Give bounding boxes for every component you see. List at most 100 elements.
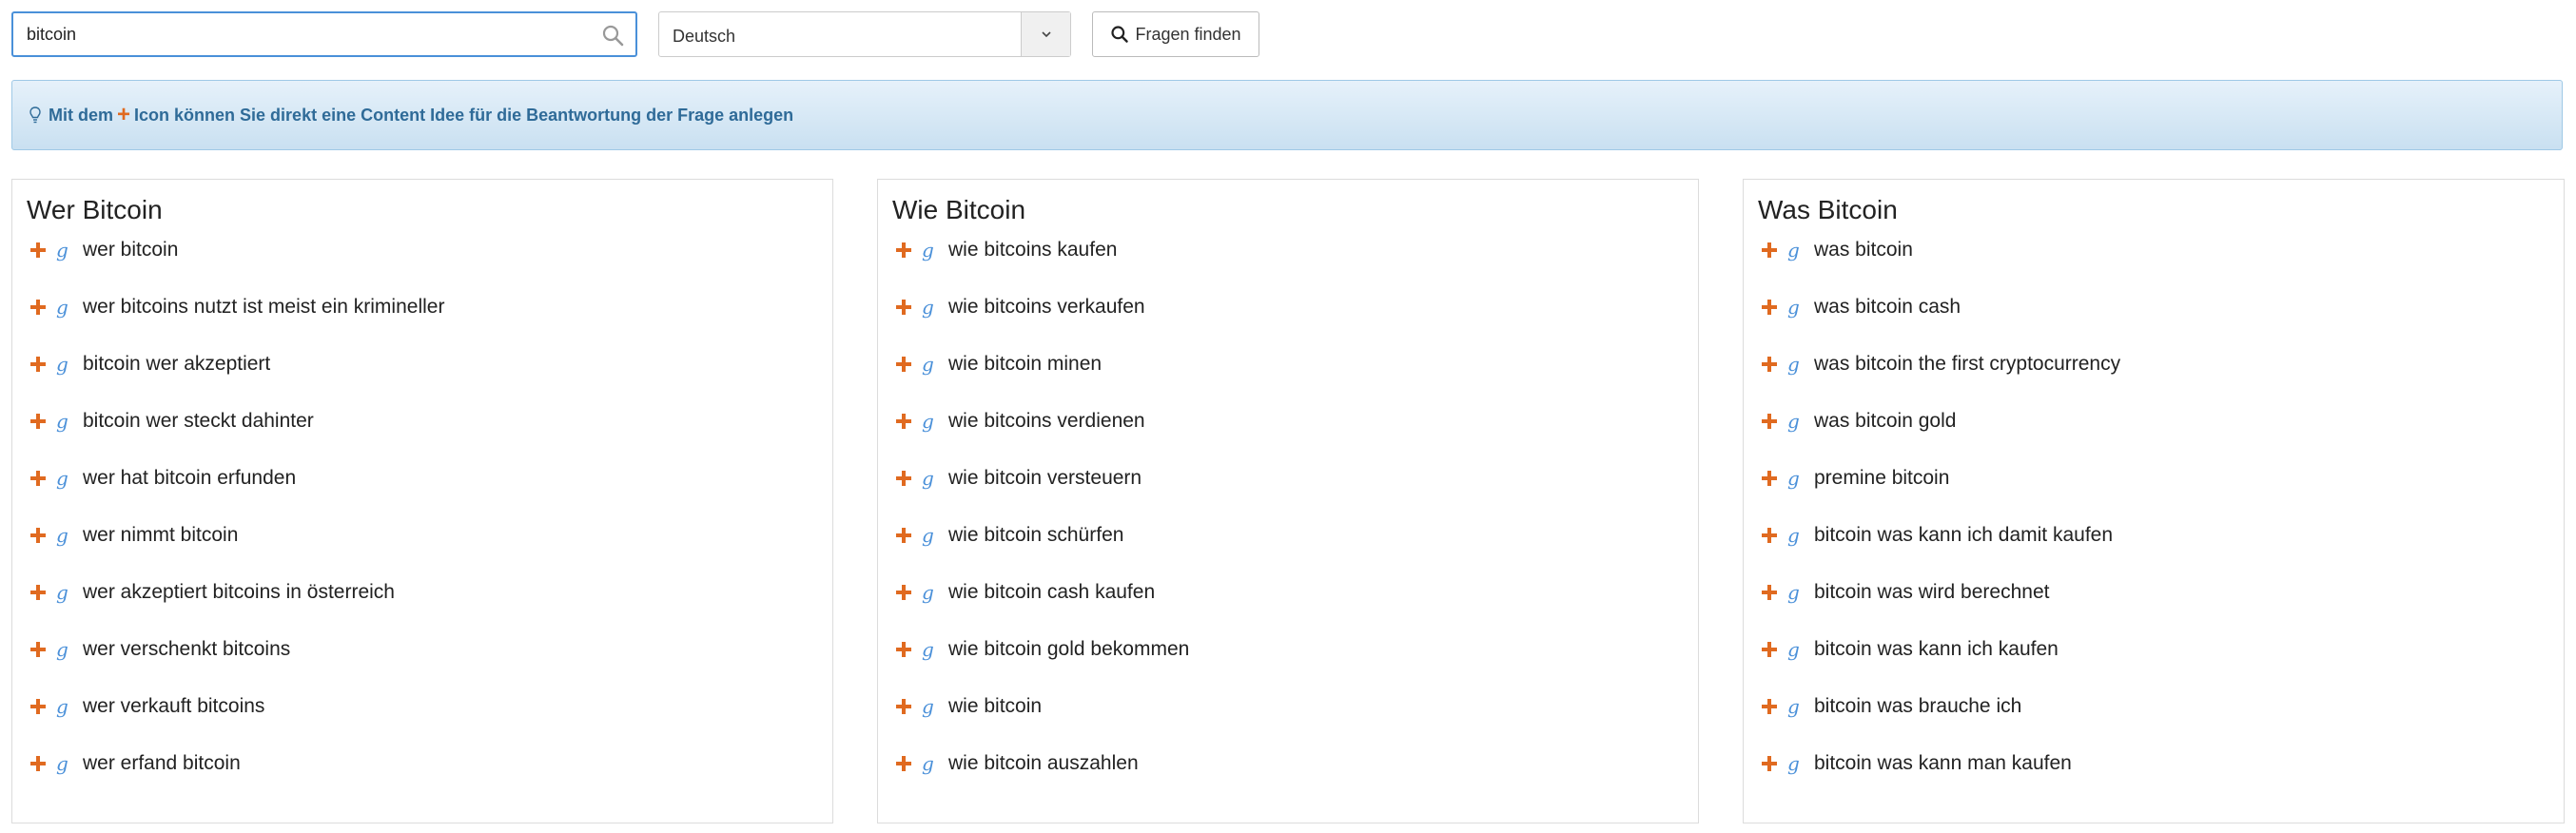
google-g-icon[interactable]: g [1787, 524, 1803, 547]
plus-icon[interactable] [1761, 242, 1778, 259]
info-banner: Mit dem + Icon können Sie direkt eine Co… [11, 80, 2563, 150]
plus-icon[interactable] [895, 299, 912, 316]
list-item: g was bitcoin gold [1761, 410, 2120, 467]
plus-icon[interactable] [1761, 470, 1778, 487]
plus-icon[interactable] [29, 641, 47, 658]
google-g-icon[interactable]: g [1787, 296, 1803, 319]
google-g-icon[interactable]: g [922, 239, 937, 262]
plus-icon[interactable] [29, 470, 47, 487]
plus-icon[interactable] [29, 584, 47, 601]
google-g-icon[interactable]: g [922, 410, 937, 433]
question-text[interactable]: premine bitcoin [1814, 467, 1949, 490]
plus-icon[interactable] [29, 356, 47, 373]
google-g-icon[interactable]: g [922, 353, 937, 376]
question-text[interactable]: wer bitcoin [83, 239, 178, 262]
google-g-icon[interactable]: g [56, 410, 71, 433]
question-text[interactable]: wie bitcoins kaufen [948, 239, 1117, 262]
question-text[interactable]: wer bitcoins nutzt ist meist ein krimine… [83, 296, 444, 319]
google-g-icon[interactable]: g [1787, 239, 1803, 262]
question-text[interactable]: bitcoin was kann ich damit kaufen [1814, 524, 2113, 547]
question-text[interactable]: wie bitcoin gold bekommen [948, 638, 1189, 661]
question-text[interactable]: wie bitcoins verkaufen [948, 296, 1145, 319]
question-text[interactable]: bitcoin wer steckt dahinter [83, 410, 314, 433]
plus-icon[interactable] [895, 641, 912, 658]
google-g-icon[interactable]: g [922, 695, 937, 718]
question-text[interactable]: wer verkauft bitcoins [83, 695, 264, 718]
google-g-icon[interactable]: g [922, 296, 937, 319]
plus-icon[interactable] [895, 413, 912, 430]
google-g-icon[interactable]: g [56, 524, 71, 547]
google-g-icon[interactable]: g [56, 296, 71, 319]
question-text[interactable]: wer nimmt bitcoin [83, 524, 238, 547]
question-text[interactable]: wie bitcoin cash kaufen [948, 581, 1155, 604]
google-g-icon[interactable]: g [56, 353, 71, 376]
google-g-icon[interactable]: g [1787, 353, 1803, 376]
plus-icon[interactable] [895, 242, 912, 259]
google-g-icon[interactable]: g [1787, 752, 1803, 775]
question-text[interactable]: wer erfand bitcoin [83, 752, 241, 775]
question-text[interactable]: bitcoin was kann ich kaufen [1814, 638, 2059, 661]
google-g-icon[interactable]: g [1787, 467, 1803, 490]
plus-icon[interactable] [29, 755, 47, 772]
plus-icon[interactable] [895, 698, 912, 715]
plus-icon[interactable] [895, 755, 912, 772]
plus-icon[interactable] [895, 527, 912, 544]
question-text[interactable]: bitcoin wer akzeptiert [83, 353, 270, 376]
question-text[interactable]: bitcoin was kann man kaufen [1814, 752, 2072, 775]
plus-icon[interactable] [1761, 356, 1778, 373]
google-g-icon[interactable]: g [56, 638, 71, 661]
google-g-icon[interactable]: g [1787, 410, 1803, 433]
question-text[interactable]: wie bitcoin [948, 695, 1042, 718]
google-g-icon[interactable]: g [56, 581, 71, 604]
plus-icon[interactable] [895, 470, 912, 487]
google-g-icon[interactable]: g [922, 752, 937, 775]
question-text[interactable]: wie bitcoins verdienen [948, 410, 1145, 433]
question-text[interactable]: wie bitcoin auszahlen [948, 752, 1139, 775]
list-item: g wer verkauft bitcoins [29, 695, 444, 752]
question-text[interactable]: wer hat bitcoin erfunden [83, 467, 296, 490]
question-text[interactable]: wie bitcoin versteuern [948, 467, 1142, 490]
plus-icon[interactable] [29, 698, 47, 715]
google-g-icon[interactable]: g [56, 467, 71, 490]
question-text[interactable]: bitcoin was brauche ich [1814, 695, 2021, 718]
question-text[interactable]: wie bitcoin schürfen [948, 524, 1123, 547]
google-g-icon[interactable]: g [1787, 695, 1803, 718]
plus-icon[interactable] [1761, 413, 1778, 430]
plus-icon[interactable] [895, 584, 912, 601]
find-questions-button[interactable]: Fragen finden [1092, 11, 1259, 57]
search-input[interactable] [13, 13, 584, 55]
plus-icon[interactable] [1761, 698, 1778, 715]
question-text[interactable]: was bitcoin gold [1814, 410, 1956, 433]
question-text[interactable]: was bitcoin the first cryptocurrency [1814, 353, 2120, 376]
google-g-icon[interactable]: g [922, 638, 937, 661]
column-wie: Wie Bitcoin g wie bitcoins kaufen g wie bit… [877, 179, 1699, 823]
google-g-icon[interactable]: g [922, 524, 937, 547]
question-text[interactable]: wie bitcoin minen [948, 353, 1102, 376]
language-select[interactable]: Deutsch [658, 11, 1071, 57]
google-g-icon[interactable]: g [1787, 581, 1803, 604]
google-g-icon[interactable]: g [56, 752, 71, 775]
google-g-icon[interactable]: g [922, 467, 937, 490]
plus-icon[interactable] [29, 242, 47, 259]
question-text[interactable]: wer akzeptiert bitcoins in österreich [83, 581, 395, 604]
google-g-icon[interactable]: g [56, 239, 71, 262]
list-item: g wie bitcoins verdienen [895, 410, 1189, 467]
plus-icon[interactable] [1761, 299, 1778, 316]
plus-icon[interactable] [29, 299, 47, 316]
question-text[interactable]: bitcoin was wird berechnet [1814, 581, 2049, 604]
plus-icon[interactable] [29, 413, 47, 430]
plus-icon[interactable] [29, 527, 47, 544]
plus-icon[interactable] [895, 356, 912, 373]
google-g-icon[interactable]: g [56, 695, 71, 718]
question-text[interactable]: was bitcoin [1814, 239, 1913, 262]
plus-icon[interactable] [1761, 641, 1778, 658]
search-icon[interactable] [601, 24, 624, 47]
question-text[interactable]: wer verschenkt bitcoins [83, 638, 290, 661]
google-g-icon[interactable]: g [922, 581, 937, 604]
plus-icon[interactable] [1761, 755, 1778, 772]
google-g-icon[interactable]: g [1787, 638, 1803, 661]
question-text[interactable]: was bitcoin cash [1814, 296, 1961, 319]
plus-icon[interactable] [1761, 584, 1778, 601]
chevron-down-icon[interactable] [1021, 12, 1070, 56]
plus-icon[interactable] [1761, 527, 1778, 544]
